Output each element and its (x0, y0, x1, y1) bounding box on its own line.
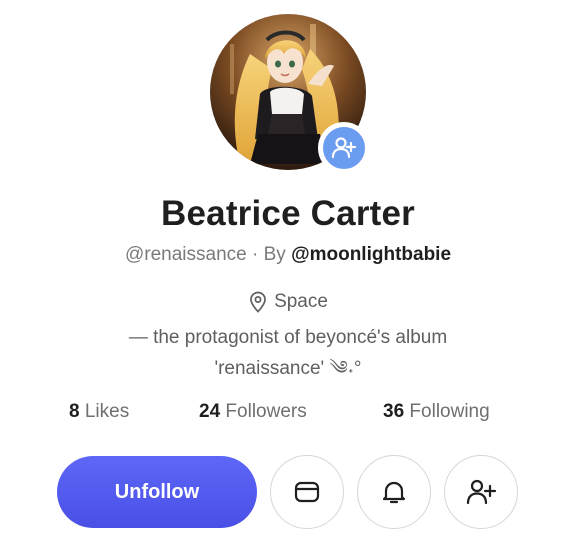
bio: — the protagonist of beyoncé's album 're… (60, 322, 516, 384)
add-user-icon (466, 479, 497, 505)
message-button[interactable] (270, 455, 344, 529)
followers-count: 24 (199, 401, 221, 422)
stat-followers[interactable]: 24 Followers (199, 401, 307, 423)
message-icon (294, 481, 320, 503)
location-pin-icon (250, 291, 266, 313)
add-user-icon (331, 137, 357, 159)
followers-label: Followers (225, 401, 307, 422)
bio-line-1: — the protagonist of beyoncé's album (128, 327, 448, 348)
location: Space (0, 291, 576, 313)
following-label: Following (409, 401, 490, 422)
stats-row: 8 Likes 24 Followers 36 Following (0, 401, 576, 427)
bell-icon (382, 481, 406, 504)
author-link[interactable]: @moonlightbabie (291, 244, 451, 265)
stat-likes[interactable]: 8 Likes (69, 401, 129, 423)
handle-line: @renaissance · By @moonlightbabie (0, 244, 576, 266)
notify-button[interactable] (357, 455, 431, 529)
likes-label: Likes (84, 401, 130, 422)
unfollow-button[interactable]: Unfollow (57, 456, 257, 528)
profile-name: Beatrice Carter (161, 194, 415, 233)
following-count: 36 (383, 401, 405, 422)
stat-following[interactable]: 36 Following (383, 401, 490, 423)
handle-separator: · By (252, 244, 286, 265)
avatar-container[interactable] (210, 14, 370, 174)
avatar-follow-badge[interactable] (318, 122, 370, 174)
action-row: Unfollow (0, 455, 576, 529)
add-user-button[interactable] (444, 455, 518, 529)
profile-handle: @renaissance (124, 244, 247, 265)
bio-line-2: 'renaissance' ༄˖° (214, 358, 362, 379)
likes-count: 8 (69, 401, 80, 422)
location-text: Space (274, 291, 328, 312)
